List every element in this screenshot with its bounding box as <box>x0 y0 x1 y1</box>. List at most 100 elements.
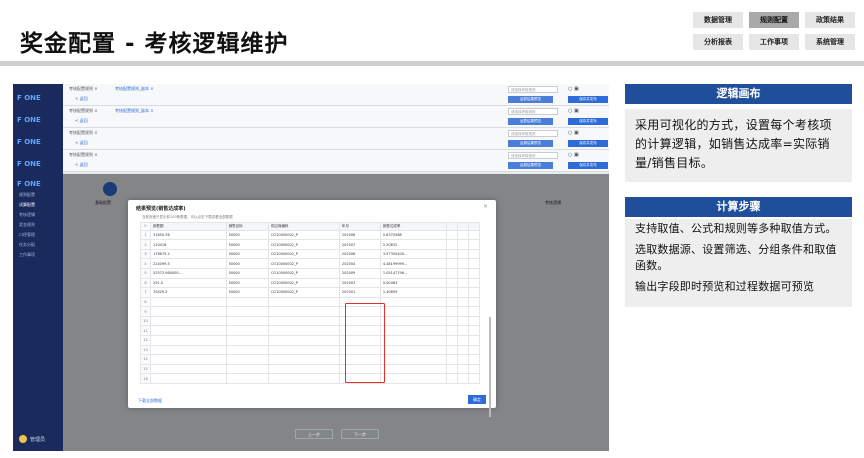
nav-work-items[interactable]: 工作事项 <box>749 34 799 50</box>
bell-icon[interactable]: ○ ▣ <box>568 108 579 114</box>
table-row[interactable]: 3 178675.2 50000 CO10000002_P 202008 3.573504… <box>140 248 481 260</box>
table-cell: 0.00463 <box>379 277 447 289</box>
table-row[interactable]: 10 <box>140 315 481 327</box>
sidebar-item[interactable]: 工作事项 <box>19 252 59 258</box>
table-cell <box>445 325 458 336</box>
row-number: 2 <box>140 239 151 250</box>
column-header-empty <box>456 222 469 231</box>
table-cell <box>456 296 469 308</box>
save-publish-button[interactable]: 保存并发布 <box>568 96 608 103</box>
download-all-link[interactable]: 下载全部数据 <box>138 398 162 404</box>
table-cell <box>267 296 340 308</box>
table-cell <box>456 344 469 356</box>
prev-step-button[interactable]: 上一步 <box>295 429 333 439</box>
user-menu[interactable]: 管理员 <box>19 435 45 443</box>
refresh-icon[interactable]: ↻ <box>140 222 151 231</box>
table-cell <box>379 373 447 384</box>
row-number: 11 <box>140 325 151 336</box>
table-row[interactable]: 13 <box>140 344 481 356</box>
table-cell <box>445 306 458 317</box>
bell-icon[interactable]: ○ ▣ <box>568 130 579 136</box>
column-header[interactable]: 销售目标 <box>225 222 269 231</box>
nav-data-management[interactable]: 数据管理 <box>693 12 743 28</box>
sidebar-item[interactable]: 考核逻辑 <box>19 212 59 218</box>
table-row[interactable]: 14 <box>140 354 481 365</box>
close-icon[interactable]: × <box>483 203 488 210</box>
tab[interactable]: 考核配置规则 × <box>69 108 98 114</box>
table-row[interactable]: 11 <box>140 325 481 336</box>
sidebar-item[interactable]: 试算配置 <box>19 202 59 208</box>
stacked-sheet: 考核配置规则 × 考核配置规则_副本 × < 返回 请选择考核规则 ○ ▣ 运算… <box>63 106 609 128</box>
confirm-button[interactable]: 确定 <box>468 395 486 404</box>
sidebar: F ONE F ONE F ONE F ONE F ONE 规则配置 试算配置 … <box>13 84 63 451</box>
table-row[interactable]: 7 70429.5 50000 CO10000002_P 202001 1.40859 <box>140 287 481 298</box>
table-row[interactable]: 15 <box>140 363 481 375</box>
table-cell: 4.48199999... <box>379 258 447 270</box>
table-cell <box>456 229 469 241</box>
table-scrollbar[interactable] <box>489 317 491 417</box>
table-cell <box>225 363 269 375</box>
logic-canvas-heading: 逻辑画布 <box>625 84 852 104</box>
table-row[interactable]: 4 224099.5 50000 CO10000002_P 202004 4.481999… <box>140 258 481 270</box>
sidebar-item[interactable]: 口径管理 <box>19 232 59 238</box>
back-link[interactable]: < 返回 <box>75 96 88 102</box>
table-cell <box>225 335 269 346</box>
column-header[interactable]: 销售额 <box>150 222 227 231</box>
logic-canvas-text: 采用可视化的方式，设置每个考核项的计算逻辑，如销售达成率=实际销量/销售目标。 <box>635 118 832 170</box>
sidebar-item[interactable]: 任务分配 <box>19 242 59 248</box>
save-publish-button[interactable]: 保存并发布 <box>568 162 608 169</box>
column-header[interactable]: 供应商编码 <box>267 222 340 231</box>
rule-select[interactable]: 请选择考核规则 <box>508 130 558 137</box>
nav-rule-config[interactable]: 规则配置 <box>749 12 799 28</box>
tab[interactable]: 考核配置规则_副本 × <box>115 108 154 114</box>
avatar <box>19 435 27 443</box>
nav-policy-results[interactable]: 政策结果 <box>805 12 855 28</box>
rule-select[interactable]: 请选择考核规则 <box>508 152 558 159</box>
table-row[interactable]: 2 110416 50000 CO10000002_P 202007 2.20832 <box>140 239 481 250</box>
table-cell: 1.40859 <box>379 287 447 298</box>
tab[interactable]: 考核配置规则 × <box>69 152 98 158</box>
save-publish-button[interactable]: 保存并发布 <box>568 140 608 147</box>
table-row[interactable]: 6 291.5 50000 CO10000002_P 202003 0.00463 <box>140 277 481 289</box>
column-header[interactable]: 年月 <box>338 222 381 231</box>
table-cell <box>379 315 447 327</box>
back-link[interactable]: < 返回 <box>75 118 88 124</box>
tab[interactable]: 考核配置规则_副本 × <box>115 86 154 92</box>
rule-select[interactable]: 请选择考核规则 <box>508 108 558 115</box>
tab[interactable]: 考核配置规则 × <box>69 130 98 136</box>
bell-icon[interactable]: ○ ▣ <box>568 86 579 92</box>
row-number: 16 <box>140 373 151 384</box>
rule-select[interactable]: 请选择考核规则 <box>508 86 558 93</box>
logo: F ONE <box>17 94 41 102</box>
calc-steps-heading: 计算步骤 <box>625 197 852 217</box>
table-row[interactable]: 12 <box>140 335 481 346</box>
bell-icon[interactable]: ○ ▣ <box>568 152 579 158</box>
preview-button[interactable]: 运算结果预览 <box>508 118 553 125</box>
preview-button[interactable]: 运算结果预览 <box>508 140 553 147</box>
table-cell <box>467 268 481 279</box>
table-cell <box>225 373 269 384</box>
table-row[interactable]: 16 <box>140 373 481 384</box>
table-row[interactable]: 5 52573.980000... 50000 CO10000002_P 202009 1… <box>140 268 481 279</box>
sidebar-item[interactable]: 规则配置 <box>19 192 59 198</box>
preview-button[interactable]: 运算结果预览 <box>508 96 553 103</box>
table-cell: 202004 <box>338 258 381 270</box>
nav-system-management[interactable]: 系统管理 <box>805 34 855 50</box>
table-row[interactable]: 1 31850.56 50000 CO10000002_P 202006 0.637058… <box>140 229 481 241</box>
sidebar-item[interactable]: 奖金规则 <box>19 222 59 228</box>
back-link[interactable]: < 返回 <box>75 140 88 146</box>
next-step-button[interactable]: 下一步 <box>341 429 379 439</box>
preview-button[interactable]: 运算结果预览 <box>508 162 553 169</box>
table-cell: 202009 <box>338 268 381 279</box>
table-cell: 202006 <box>338 229 381 241</box>
back-link[interactable]: < 返回 <box>75 162 88 168</box>
calc-step-line: 输出字段即时预览和过程数据可预览 <box>635 279 815 293</box>
table-row[interactable]: 9 <box>140 306 481 317</box>
column-header[interactable]: 销售达成率 <box>379 222 447 231</box>
table-cell: CO10000002_P <box>267 268 340 279</box>
table-cell <box>379 344 447 356</box>
nav-analysis-reports[interactable]: 分析报表 <box>693 34 743 50</box>
tab[interactable]: 考核配置规则 × <box>69 86 98 92</box>
table-row[interactable]: 8 <box>140 296 481 308</box>
save-publish-button[interactable]: 保存并发布 <box>568 118 608 125</box>
